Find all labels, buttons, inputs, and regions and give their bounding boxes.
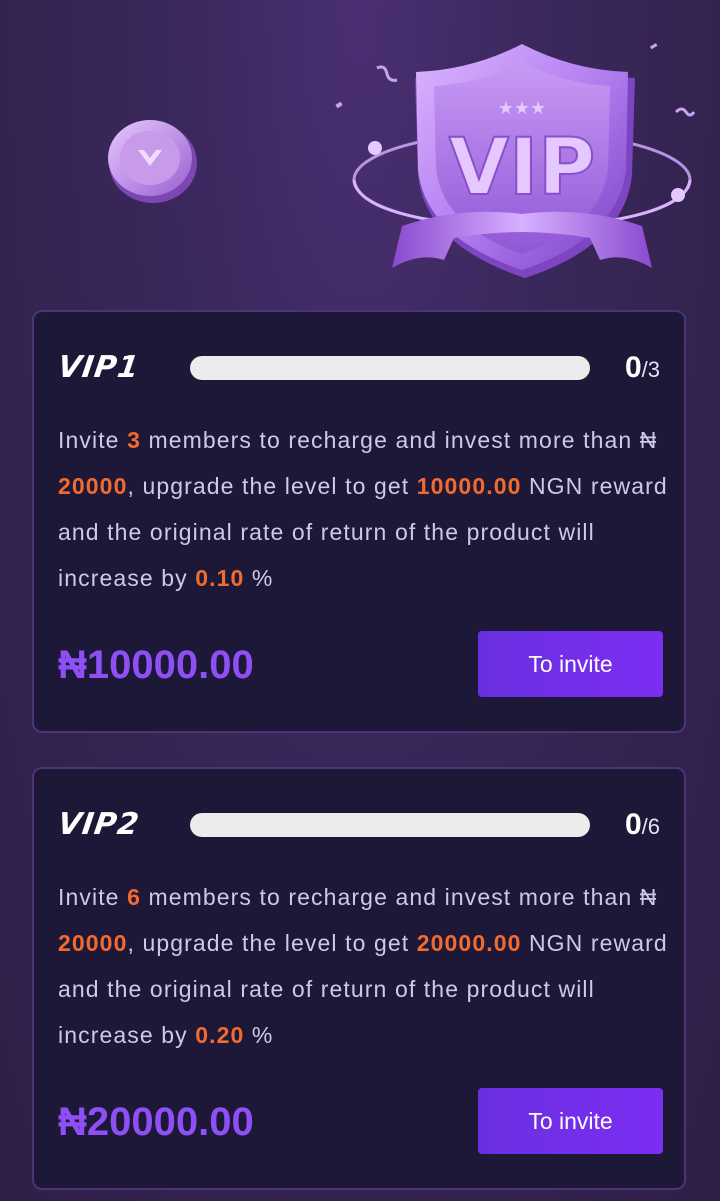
vip-progress-count: 0/3 (625, 350, 660, 391)
currency-symbol: ₦ (639, 884, 658, 910)
vip-hero-banner: VIP ★★★ (0, 0, 720, 300)
vip-progress-bar (190, 356, 590, 380)
vip-requirement-description: Invite 6 members to recharge and invest … (58, 874, 668, 1058)
to-invite-button[interactable]: To invite (478, 631, 663, 697)
vip-level-card-1: VIP1 0/3 Invite 3 members to recharge an… (32, 310, 686, 733)
coin-icon (108, 120, 197, 203)
vip-level-card-2: VIP2 0/6 Invite 6 members to recharge an… (32, 767, 686, 1190)
to-invite-button[interactable]: To invite (478, 1088, 663, 1154)
progress-total: 3 (647, 357, 660, 382)
desc-text: % (244, 1022, 274, 1048)
invest-threshold: 20000 (58, 930, 128, 956)
vip-level-label: VIP1 (55, 350, 142, 385)
svg-text:★★★: ★★★ (498, 98, 546, 119)
reward-amount: 10000.00 (416, 473, 522, 499)
progress-current: 0 (624, 808, 642, 841)
desc-text: members to recharge and invest more than (140, 884, 640, 910)
desc-text: , upgrade the level to get (127, 473, 417, 499)
members-required: 6 (127, 884, 141, 910)
vip-level-label: VIP2 (55, 807, 142, 842)
rate-increase: 0.10 (195, 565, 245, 591)
members-required: 3 (127, 427, 141, 453)
reward-amount: 20000.00 (416, 930, 522, 956)
svg-text:VIP: VIP (449, 123, 596, 213)
desc-text: Invite (58, 427, 128, 453)
desc-text: Invite (58, 884, 128, 910)
progress-current: 0 (624, 351, 642, 384)
progress-total: 6 (647, 814, 660, 839)
vip-reward-display: ₦10000.00 (58, 643, 254, 687)
vip-requirement-description: Invite 3 members to recharge and invest … (58, 417, 668, 601)
vip-progress-bar (190, 813, 590, 837)
vip-progress-count: 0/6 (625, 807, 660, 848)
vip-shield-illustration: VIP ★★★ (108, 43, 696, 278)
desc-text: , upgrade the level to get (127, 930, 417, 956)
rate-increase: 0.20 (195, 1022, 245, 1048)
desc-text: members to recharge and invest more than (140, 427, 640, 453)
invest-threshold: 20000 (58, 473, 128, 499)
currency-symbol: ₦ (639, 427, 658, 453)
desc-text: % (244, 565, 274, 591)
vip-reward-display: ₦20000.00 (58, 1100, 254, 1144)
